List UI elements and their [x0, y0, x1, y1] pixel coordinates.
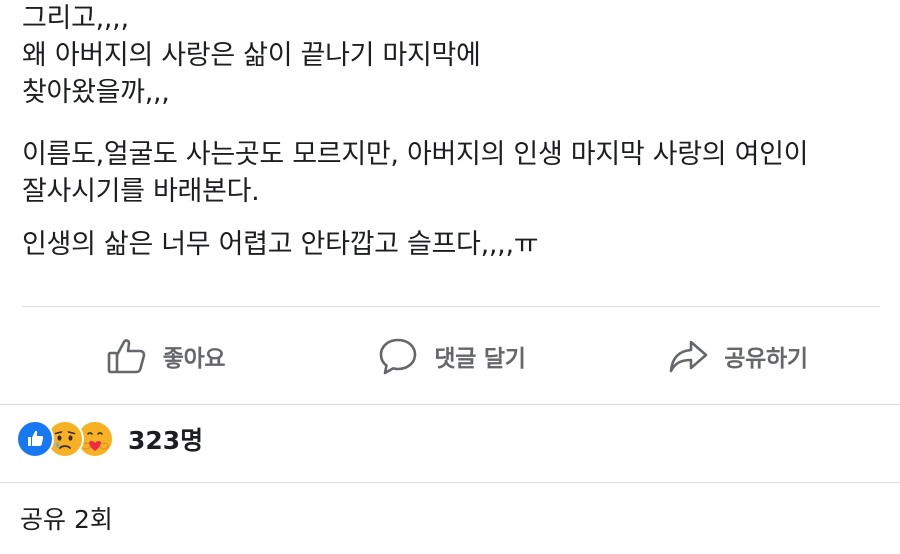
post-paragraph: 인생의 삶은 너무 어렵고 안타깝고 슬프다,,,,ㅠ — [22, 226, 539, 263]
post-line: 인생의 삶은 너무 어렵고 안타깝고 슬프다,,,,ㅠ — [22, 229, 539, 260]
thumbs-up-icon — [105, 334, 149, 378]
post-paragraph: 그리고,,,, 왜 아버지의 사랑은 삶이 끝나기 마지막에 찾아왔을까,,, — [22, 0, 481, 111]
comment-label: 댓글 달기 — [434, 345, 526, 372]
share-arrow-icon — [666, 334, 710, 378]
reaction-icons — [16, 420, 114, 458]
share-button[interactable]: 공유하기 — [594, 307, 880, 404]
speech-bubble-icon — [376, 334, 420, 378]
like-label: 좋아요 — [162, 345, 226, 372]
post-line: 왜 아버지의 사랑은 삶이 끝나기 마지막에 — [22, 40, 481, 71]
share-label: 공유하기 — [724, 345, 808, 372]
post-line: 찾아왔을까,,, — [22, 77, 170, 108]
reactions-top-divider — [0, 404, 900, 405]
post-line: 그리고,,,, — [22, 3, 129, 34]
post-line: 이름도,얼굴도 사는곳도 모르지만, 아버지의 인생 마지막 사랑의 여인이 — [22, 139, 809, 170]
like-reaction-icon — [16, 420, 54, 458]
comment-button[interactable]: 댓글 달기 — [308, 307, 594, 404]
reactions-summary[interactable]: 323명 — [16, 420, 203, 458]
like-button[interactable]: 좋아요 — [22, 307, 308, 404]
post-paragraph: 이름도,얼굴도 사는곳도 모르지만, 아버지의 인생 마지막 사랑의 여인이 잘… — [22, 136, 809, 210]
share-count[interactable]: 공유 2회 — [20, 500, 113, 536]
reaction-count: 323명 — [128, 426, 204, 455]
shares-top-divider — [0, 482, 900, 483]
post-line: 잘사시기를 바래본다. — [22, 176, 260, 207]
post-action-bar: 좋아요 댓글 달기 공유하기 — [22, 307, 880, 404]
